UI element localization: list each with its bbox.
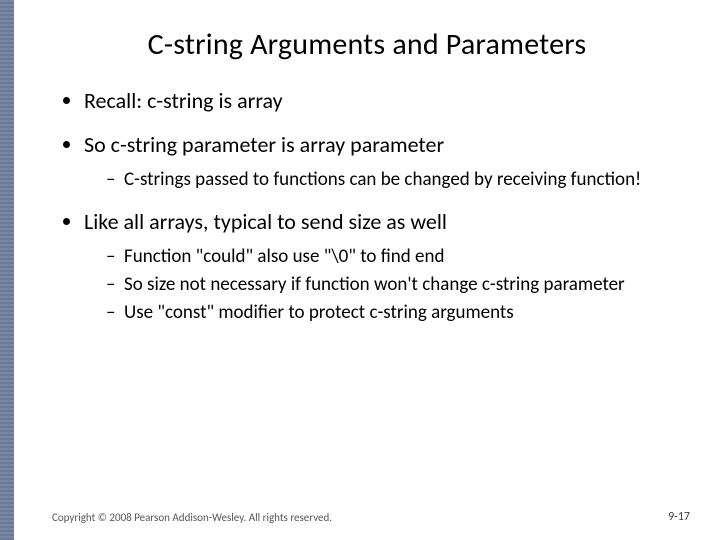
sub-bullet-text: C-strings passed to functions can be cha… (124, 168, 641, 191)
sub-bullet-list: C-strings passed to functions can be cha… (84, 168, 680, 192)
bullet-item: Like all arrays, typical to send size as… (84, 208, 680, 325)
sub-bullet-item: So size not necessary if function won't … (106, 273, 680, 297)
sub-bullet-item: Function "could" also use "\0" to find e… (106, 245, 680, 269)
bullet-item: Recall: c-string is array (84, 87, 680, 115)
decorative-left-stripe (0, 0, 14, 540)
bullet-text: So c-string parameter is array parameter (84, 131, 444, 158)
bullet-item: So c-string parameter is array parameter… (84, 131, 680, 192)
sub-bullet-text: Use "const" modifier to protect c-string… (124, 301, 514, 324)
bullet-text: Like all arrays, typical to send size as… (84, 208, 447, 235)
copyright-text: Copyright © 2008 Pearson Addison-Wesley.… (52, 511, 332, 524)
slide-content: C-string Arguments and Parameters Recall… (14, 0, 720, 540)
sub-bullet-text: Function "could" also use "\0" to find e… (124, 245, 444, 268)
bullet-list: Recall: c-string is array So c-string pa… (54, 87, 680, 325)
sub-bullet-item: C-strings passed to functions can be cha… (106, 168, 680, 192)
bullet-text: Recall: c-string is array (84, 87, 283, 114)
slide-title: C-string Arguments and Parameters (54, 26, 680, 63)
page-number: 9-17 (668, 510, 690, 524)
sub-bullet-item: Use "const" modifier to protect c-string… (106, 301, 680, 325)
sub-bullet-text: So size not necessary if function won't … (124, 273, 625, 296)
sub-bullet-list: Function "could" also use "\0" to find e… (84, 245, 680, 324)
